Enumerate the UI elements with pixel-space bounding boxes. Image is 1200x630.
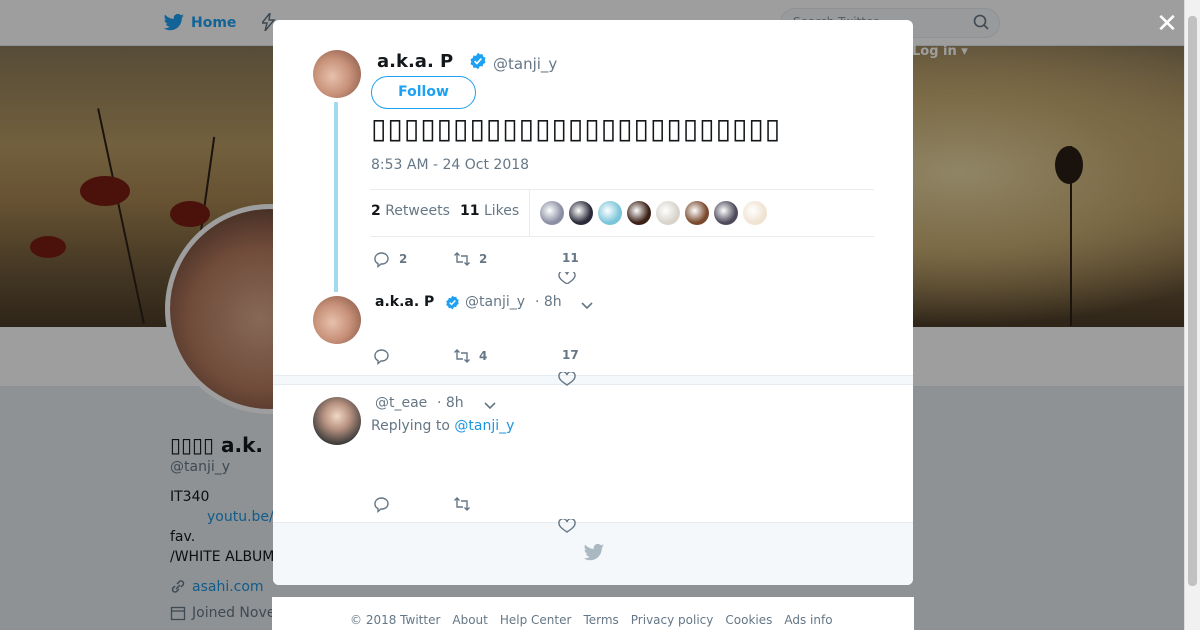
liker-avatar[interactable] — [656, 201, 680, 225]
reply-action[interactable] — [373, 495, 391, 513]
reply-count: 2 — [399, 252, 408, 266]
likes-count: 11 — [460, 203, 480, 219]
footer-copyright: © 2018 Twitter — [350, 613, 441, 627]
replying-prefix: Replying to — [371, 418, 450, 434]
reply-icon — [374, 252, 389, 268]
reply-author-handle[interactable]: @t_eae — [375, 395, 427, 411]
footer-link[interactable]: Ads info — [784, 613, 832, 627]
chevron-down-icon[interactable] — [580, 298, 594, 312]
footer-link[interactable]: Terms — [583, 613, 618, 627]
reply-icon — [374, 349, 389, 365]
footer-link[interactable]: Cookies — [725, 613, 772, 627]
reply-action[interactable]: 2 — [373, 250, 407, 268]
retweet-icon — [454, 349, 470, 363]
reply-icon — [374, 497, 389, 513]
retweet-action[interactable]: 4 — [453, 347, 487, 365]
twitter-bird-icon — [583, 543, 605, 561]
verified-badge-icon — [470, 52, 486, 70]
liker-avatar[interactable] — [714, 201, 738, 225]
tweet-text: ▯▯▯▯▯▯▯▯▯▯▯▯▯▯▯▯▯▯▯▯▯▯▯▯▯ — [371, 112, 782, 145]
author-handle[interactable]: @tanji_y — [493, 55, 557, 73]
retweet-action[interactable] — [453, 495, 471, 513]
reply-time[interactable]: · 8h — [535, 294, 562, 310]
retweet-icon — [454, 497, 470, 511]
like-count: 17 — [562, 348, 579, 362]
chevron-down-icon[interactable] — [483, 398, 497, 412]
thread-separator — [273, 375, 913, 385]
site-footer: © 2018 Twitter About Help Center Terms Priv… — [272, 597, 914, 630]
replying-to-link[interactable]: @tanji_y — [454, 418, 514, 434]
footer-link[interactable]: About — [452, 613, 487, 627]
liker-avatars — [540, 201, 767, 225]
footer-link[interactable]: Help Center — [500, 613, 572, 627]
tweet-timestamp[interactable]: 8:53 AM - 24 Oct 2018 — [371, 157, 529, 173]
reply-author-name[interactable]: a.k.a. P — [375, 294, 434, 310]
retweet-action[interactable]: 2 — [453, 250, 487, 268]
heart-icon[interactable] — [558, 519, 576, 533]
footer-link[interactable]: Privacy policy — [631, 613, 714, 627]
close-icon[interactable]: ✕ — [1155, 11, 1179, 37]
reply-author-handle[interactable]: @tanji_y — [465, 294, 525, 310]
reply-time[interactable]: · 8h — [437, 395, 464, 411]
likes-stat[interactable]: 11 Likes — [460, 203, 519, 219]
liker-avatar[interactable] — [540, 201, 564, 225]
likes-label: Likes — [483, 203, 520, 219]
reply-action[interactable] — [373, 347, 391, 365]
liker-avatar[interactable] — [627, 201, 651, 225]
replying-to: Replying to @tanji_y — [371, 418, 514, 434]
author-avatar[interactable] — [313, 50, 361, 98]
heart-icon[interactable] — [558, 272, 576, 284]
retweet-icon — [454, 252, 470, 266]
scrollbar-thumb[interactable] — [1188, 16, 1197, 586]
author-name[interactable]: a.k.a. P — [377, 51, 453, 72]
like-count: 11 — [562, 251, 579, 265]
stats-divider — [529, 190, 530, 236]
thread-line — [334, 102, 338, 292]
tweet-stats: 2 Retweets 11 Likes — [370, 189, 874, 237]
retweets-count: 2 — [371, 203, 381, 219]
liker-avatar[interactable] — [569, 201, 593, 225]
footer-links: © 2018 Twitter About Help Center Terms Priv… — [350, 613, 833, 627]
retweet-count: 2 — [479, 252, 488, 266]
reply-avatar[interactable] — [313, 397, 361, 445]
retweets-label: Retweets — [385, 203, 450, 219]
modal-footer — [273, 522, 913, 585]
retweets-stat[interactable]: 2 Retweets — [371, 203, 450, 219]
follow-button[interactable]: Follow — [371, 76, 476, 109]
liker-avatar[interactable] — [743, 201, 767, 225]
heart-icon[interactable] — [558, 372, 576, 386]
liker-avatar[interactable] — [685, 201, 709, 225]
liker-avatar[interactable] — [598, 201, 622, 225]
verified-badge-icon — [446, 295, 459, 310]
page-scrollbar[interactable] — [1184, 0, 1200, 630]
reply-avatar[interactable] — [313, 296, 361, 344]
tweet-modal: a.k.a. P @tanji_y Follow ▯▯▯▯▯▯▯▯▯▯▯▯▯▯▯… — [273, 20, 913, 585]
retweet-count: 4 — [479, 349, 488, 363]
